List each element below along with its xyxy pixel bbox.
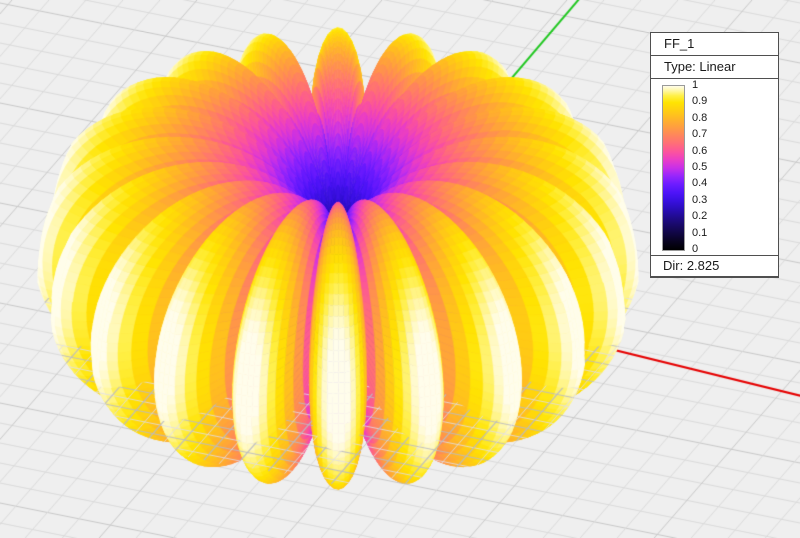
legend-type: Type: Linear [651, 56, 778, 79]
farfield-3d-viewport: FF_1 Type: Linear 1 0.9 0.8 0.7 0.6 0.5 0.4 0.3… [0, 0, 800, 538]
legend-title: FF_1 [651, 33, 778, 56]
colorbar-tick-label: 0.7 [692, 128, 707, 140]
colorbar-tick-label: 0 [692, 243, 698, 255]
colorbar-tick-label: 0.4 [692, 177, 707, 189]
colorbar-tick-label: 0.9 [692, 95, 707, 107]
colorbar-tick-label: 0.5 [692, 161, 707, 173]
colorbar-gradient [662, 85, 685, 251]
farfield-legend: FF_1 Type: Linear 1 0.9 0.8 0.7 0.6 0.5 0.4 0.3… [650, 32, 779, 278]
colorbar-tick-label: 0.6 [692, 145, 707, 157]
colorbar-tick-label: 0.3 [692, 194, 707, 206]
legend-directivity: Dir: 2.825 [651, 255, 778, 277]
colorbar: 1 0.9 0.8 0.7 0.6 0.5 0.4 0.3 0.2 0.1 0 [651, 79, 778, 255]
colorbar-tick-label: 0.2 [692, 210, 707, 222]
colorbar-tick-label: 0.1 [692, 227, 707, 239]
colorbar-tick-label: 1 [692, 79, 698, 91]
colorbar-tick-label: 0.8 [692, 112, 707, 124]
colorbar-ticks: 10.90.80.70.60.50.40.30.20.10 [692, 85, 752, 249]
